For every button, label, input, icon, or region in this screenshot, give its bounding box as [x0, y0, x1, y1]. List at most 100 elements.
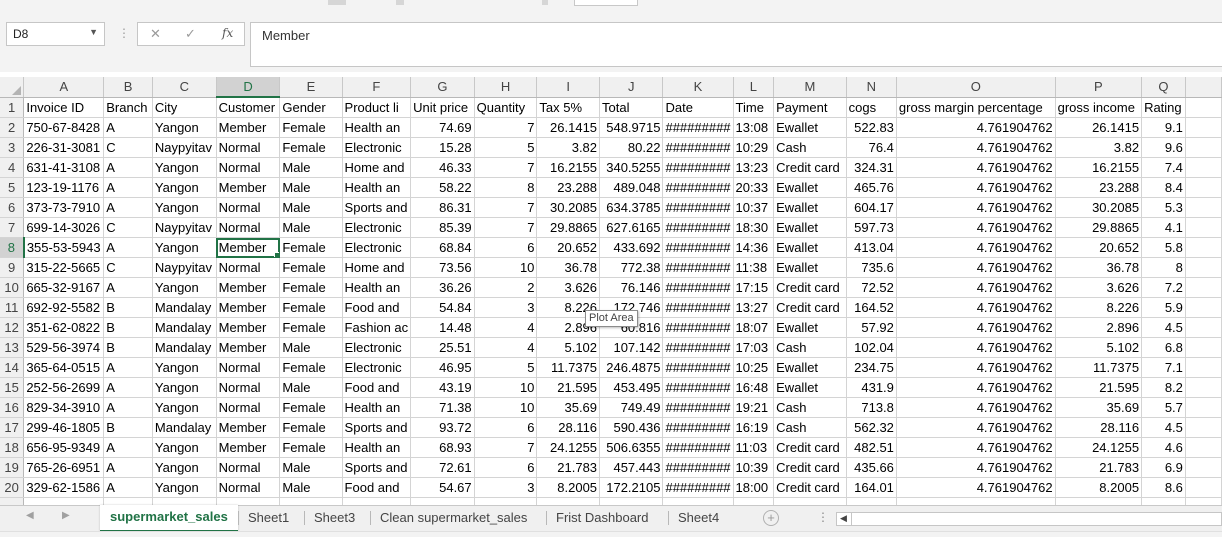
cell[interactable]: 35.69 — [1055, 397, 1143, 418]
cell[interactable]: Female — [279, 397, 343, 418]
cell[interactable] — [342, 497, 412, 505]
cell[interactable]: 102.04 — [846, 337, 897, 358]
cell[interactable]: Sports and — [342, 197, 412, 218]
cell[interactable]: 4.761904762 — [896, 197, 1056, 218]
cell[interactable]: C — [103, 217, 153, 238]
cell[interactable]: 765-26-6951 — [23, 457, 105, 478]
cell[interactable]: 30.2085 — [1055, 197, 1143, 218]
cell[interactable]: 5.102 — [536, 337, 601, 358]
cell[interactable]: A — [103, 357, 153, 378]
cell[interactable]: 19:21 — [733, 397, 775, 418]
cell[interactable]: C — [103, 257, 153, 278]
cell[interactable]: Female — [279, 437, 343, 458]
row-header[interactable]: 10 — [0, 277, 25, 298]
cell[interactable]: 3.626 — [536, 277, 601, 298]
cell[interactable]: Female — [279, 297, 343, 318]
cell[interactable]: Member — [216, 237, 281, 258]
cell[interactable] — [1055, 497, 1143, 505]
cell[interactable]: 23.288 — [1055, 177, 1143, 198]
cell[interactable]: 6 — [474, 237, 538, 258]
column-header[interactable]: K — [662, 77, 734, 98]
cell[interactable]: ######### — [662, 197, 734, 218]
cell[interactable]: 482.51 — [846, 437, 897, 458]
cell[interactable]: Yangon — [152, 397, 217, 418]
header-cell[interactable]: cogs — [846, 97, 897, 118]
cell[interactable]: 8.4 — [1141, 177, 1186, 198]
cell[interactable]: Health an — [342, 397, 412, 418]
cell[interactable] — [410, 497, 475, 505]
cell[interactable]: Male — [279, 217, 343, 238]
cell[interactable]: ######### — [662, 337, 734, 358]
cell[interactable]: 76.4 — [846, 137, 897, 158]
header-cell[interactable]: gross income — [1055, 97, 1143, 118]
cell[interactable]: 21.595 — [1055, 377, 1143, 398]
cell[interactable]: 457.443 — [599, 457, 664, 478]
formula-bar-splitter[interactable]: ⋮ — [118, 26, 130, 40]
cell[interactable]: Ewallet — [773, 197, 847, 218]
cell[interactable]: 365-64-0515 — [23, 357, 105, 378]
tab-frist-dashboard[interactable]: Frist Dashboard — [546, 506, 658, 531]
cell[interactable]: 3.82 — [1055, 137, 1143, 158]
column-header[interactable]: H — [474, 77, 538, 98]
cell[interactable]: Naypyitav — [152, 137, 217, 158]
cell[interactable]: 8.6 — [1141, 477, 1186, 498]
cell[interactable]: 13:08 — [733, 117, 775, 138]
cell[interactable]: ######### — [662, 117, 734, 138]
cell[interactable]: 29.8865 — [1055, 217, 1143, 238]
cell[interactable]: 5.8 — [1141, 237, 1186, 258]
cell[interactable]: 3.82 — [536, 137, 601, 158]
cell[interactable]: Yangon — [152, 437, 217, 458]
cell[interactable]: Member — [216, 277, 281, 298]
cell[interactable] — [1185, 297, 1222, 318]
tab-sheet1[interactable]: Sheet1 — [238, 506, 299, 531]
insert-function-icon[interactable]: fx — [222, 26, 233, 40]
cell[interactable] — [1185, 117, 1222, 138]
cell[interactable]: 29.8865 — [536, 217, 601, 238]
cell[interactable]: B — [103, 317, 153, 338]
header-cell[interactable]: Product li — [342, 97, 412, 118]
row-header[interactable]: 19 — [0, 457, 25, 478]
cell[interactable] — [536, 497, 601, 505]
cell[interactable]: Male — [279, 177, 343, 198]
cell[interactable]: Credit card — [773, 437, 847, 458]
cell[interactable]: 26.1415 — [536, 117, 601, 138]
cell[interactable]: 4.761904762 — [896, 277, 1056, 298]
cell[interactable]: 4.761904762 — [896, 437, 1056, 458]
column-header[interactable]: L — [733, 77, 775, 98]
cell[interactable]: A — [103, 237, 153, 258]
cell[interactable]: 9.1 — [1141, 117, 1186, 138]
cell[interactable]: 7 — [474, 437, 538, 458]
cell[interactable]: 10:39 — [733, 457, 775, 478]
cell[interactable]: Yangon — [152, 377, 217, 398]
row-header[interactable]: 16 — [0, 397, 25, 418]
cell[interactable]: 4.761904762 — [896, 457, 1056, 478]
cell[interactable]: A — [103, 457, 153, 478]
cell[interactable]: 4.761904762 — [896, 317, 1056, 338]
cell[interactable]: 246.4875 — [599, 357, 664, 378]
cell[interactable]: 5.102 — [1055, 337, 1143, 358]
cell[interactable]: 373-73-7910 — [23, 197, 105, 218]
cell[interactable]: Sports and — [342, 417, 412, 438]
cell[interactable]: 13:23 — [733, 157, 775, 178]
cell[interactable]: 489.048 — [599, 177, 664, 198]
cell[interactable]: 506.6355 — [599, 437, 664, 458]
cell[interactable]: A — [103, 377, 153, 398]
cell[interactable]: Fashion ac — [342, 317, 412, 338]
cell[interactable]: 749.49 — [599, 397, 664, 418]
cell[interactable]: 431.9 — [846, 377, 897, 398]
cell[interactable]: 36.78 — [536, 257, 601, 278]
add-sheet-icon[interactable]: + — [763, 510, 779, 526]
cell[interactable]: Health an — [342, 437, 412, 458]
column-header[interactable]: J — [599, 77, 664, 98]
cell[interactable]: C — [103, 137, 153, 158]
row-header[interactable] — [0, 497, 25, 505]
cell[interactable]: ######### — [662, 377, 734, 398]
cell[interactable]: 351-62-0822 — [23, 317, 105, 338]
cell[interactable]: 24.1255 — [1055, 437, 1143, 458]
cell[interactable]: 465.76 — [846, 177, 897, 198]
cell[interactable]: 14:36 — [733, 237, 775, 258]
cell[interactable]: 6.8 — [1141, 337, 1186, 358]
cell[interactable]: Mandalay — [152, 297, 217, 318]
cell[interactable]: 164.52 — [846, 297, 897, 318]
column-header[interactable]: Q — [1141, 77, 1186, 98]
